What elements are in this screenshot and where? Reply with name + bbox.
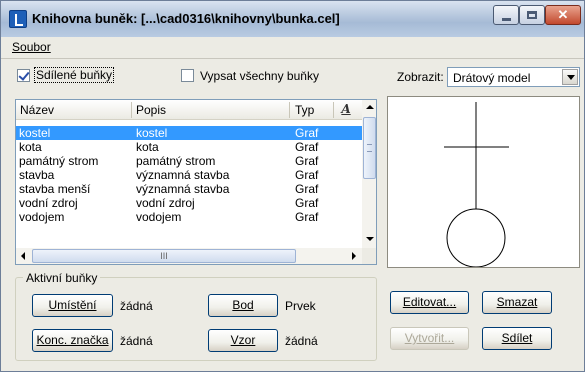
title-bar[interactable]: Knihovna buněk: [...\cad0316\knihovny\bu… bbox=[1, 1, 584, 37]
point-button-label: Bod bbox=[232, 298, 254, 312]
horizontal-scrollbar[interactable]: III bbox=[16, 248, 362, 264]
cell-description: vodní zdroj bbox=[136, 196, 195, 210]
cell-type: Graf bbox=[295, 210, 319, 224]
column-name-header[interactable]: Název bbox=[20, 103, 54, 117]
scroll-up-icon[interactable] bbox=[362, 100, 376, 115]
display-mode-select[interactable]: Drátový model bbox=[447, 67, 580, 87]
active-cells-title: Aktivní buňky bbox=[23, 271, 101, 285]
cell-preview bbox=[387, 96, 580, 268]
list-item[interactable]: stavba menší významná stavba Graf bbox=[16, 182, 362, 196]
column-divider[interactable] bbox=[333, 102, 334, 118]
scroll-down-icon[interactable] bbox=[362, 231, 376, 246]
preview-circle bbox=[446, 208, 506, 268]
scrollbar-corner bbox=[362, 248, 376, 264]
cell-name: vodojem bbox=[19, 210, 65, 224]
shared-cells-label[interactable]: Sdílené buňky bbox=[33, 67, 115, 83]
placement-button-label: Umístění bbox=[48, 298, 97, 312]
cell-type: Graf bbox=[295, 182, 319, 196]
menu-divider bbox=[1, 58, 584, 59]
vertical-scroll-thumb[interactable] bbox=[363, 117, 376, 179]
close-icon: ✕ bbox=[557, 7, 569, 22]
column-description-header[interactable]: Popis bbox=[136, 103, 166, 117]
cell-description: kota bbox=[136, 140, 159, 154]
cell-type: Graf bbox=[295, 154, 319, 168]
list-item[interactable]: stavba významná stavba Graf bbox=[16, 168, 362, 182]
list-header: Název Popis Typ A bbox=[16, 100, 362, 120]
share-button[interactable]: Sdílet bbox=[482, 327, 552, 350]
minimize-button[interactable] bbox=[493, 5, 519, 25]
menu-bar: Soubor bbox=[1, 37, 584, 57]
maximize-icon bbox=[527, 11, 537, 19]
edit-button-label: Editovat... bbox=[402, 295, 457, 309]
cell-name: stavba menší bbox=[19, 182, 91, 196]
cell-type: Graf bbox=[295, 140, 319, 154]
list-item[interactable]: kostel kostel Graf bbox=[16, 126, 362, 140]
list-item[interactable]: památný strom památný strom Graf bbox=[16, 154, 362, 168]
list-item[interactable]: kota kota Graf bbox=[16, 140, 362, 154]
vertical-scrollbar[interactable] bbox=[362, 100, 376, 248]
column-divider[interactable] bbox=[131, 102, 132, 118]
minimize-icon bbox=[501, 17, 511, 21]
placement-button[interactable]: Umístění bbox=[32, 294, 113, 317]
delete-button[interactable]: Smazat bbox=[482, 291, 552, 314]
cell-name: kostel bbox=[19, 126, 51, 140]
column-type-header[interactable]: Typ bbox=[295, 103, 314, 117]
menu-soubor[interactable]: Soubor bbox=[12, 40, 51, 54]
display-mode-value: Drátový model bbox=[453, 71, 531, 85]
cell-type: Graf bbox=[295, 126, 319, 140]
point-button[interactable]: Bod bbox=[208, 294, 278, 317]
create-button[interactable]: Vytvořit... bbox=[390, 327, 469, 350]
maximize-button[interactable] bbox=[519, 5, 545, 25]
cell-preview-drawing bbox=[444, 102, 509, 268]
sort-icon[interactable]: A bbox=[337, 102, 355, 118]
cell-description: významná stavba bbox=[136, 168, 230, 182]
terminator-button-label: Konc. značka bbox=[36, 333, 109, 347]
horizontal-scroll-thumb[interactable]: III bbox=[32, 249, 296, 263]
list-item[interactable]: vodní zdroj vodní zdroj Graf bbox=[16, 196, 362, 210]
cell-description: významná stavba bbox=[136, 182, 230, 196]
share-button-label: Sdílet bbox=[501, 331, 533, 345]
pattern-button-label: Vzor bbox=[230, 333, 256, 347]
scroll-right-icon[interactable] bbox=[346, 248, 361, 263]
delete-button-label: Smazat bbox=[496, 295, 538, 309]
window-title: Knihovna buněk: [...\cad0316\knihovny\bu… bbox=[32, 11, 340, 26]
cell-description: kostel bbox=[136, 126, 168, 140]
create-button-label: Vytvořit... bbox=[404, 331, 455, 345]
cell-list[interactable]: Název Popis Typ A kostel kostel Graf kot… bbox=[15, 99, 377, 265]
list-item[interactable]: vodojem vodojem Graf bbox=[16, 210, 362, 224]
cell-description: vodojem bbox=[136, 210, 182, 224]
cell-name: kota bbox=[19, 140, 42, 154]
list-all-cells-checkbox[interactable] bbox=[181, 69, 194, 82]
list-all-cells-label[interactable]: Vypsat všechny buňky bbox=[200, 69, 319, 83]
dropdown-arrow-icon[interactable] bbox=[562, 69, 578, 85]
column-divider[interactable] bbox=[289, 102, 290, 118]
cell-type: Graf bbox=[295, 196, 319, 210]
terminator-value: žádná bbox=[120, 334, 153, 348]
close-button[interactable]: ✕ bbox=[545, 5, 581, 25]
cell-name: památný strom bbox=[19, 154, 99, 168]
scroll-left-icon[interactable] bbox=[16, 248, 31, 263]
pattern-button[interactable]: Vzor bbox=[208, 329, 278, 352]
pattern-value: žádná bbox=[285, 334, 318, 348]
placement-value: žádná bbox=[120, 299, 153, 313]
cell-description: památný strom bbox=[136, 154, 216, 168]
point-value: Prvek bbox=[285, 299, 316, 313]
cell-name: vodní zdroj bbox=[19, 196, 78, 210]
cell-name: stavba bbox=[19, 168, 55, 182]
cell-library-icon bbox=[9, 10, 27, 28]
display-label: Zobrazit: bbox=[397, 70, 444, 84]
terminator-button[interactable]: Konc. značka bbox=[32, 329, 113, 352]
edit-button[interactable]: Editovat... bbox=[390, 291, 469, 314]
cell-library-window: Knihovna buněk: [...\cad0316\knihovny\bu… bbox=[0, 0, 585, 372]
cell-type: Graf bbox=[295, 168, 319, 182]
shared-cells-checkbox[interactable] bbox=[17, 69, 30, 82]
